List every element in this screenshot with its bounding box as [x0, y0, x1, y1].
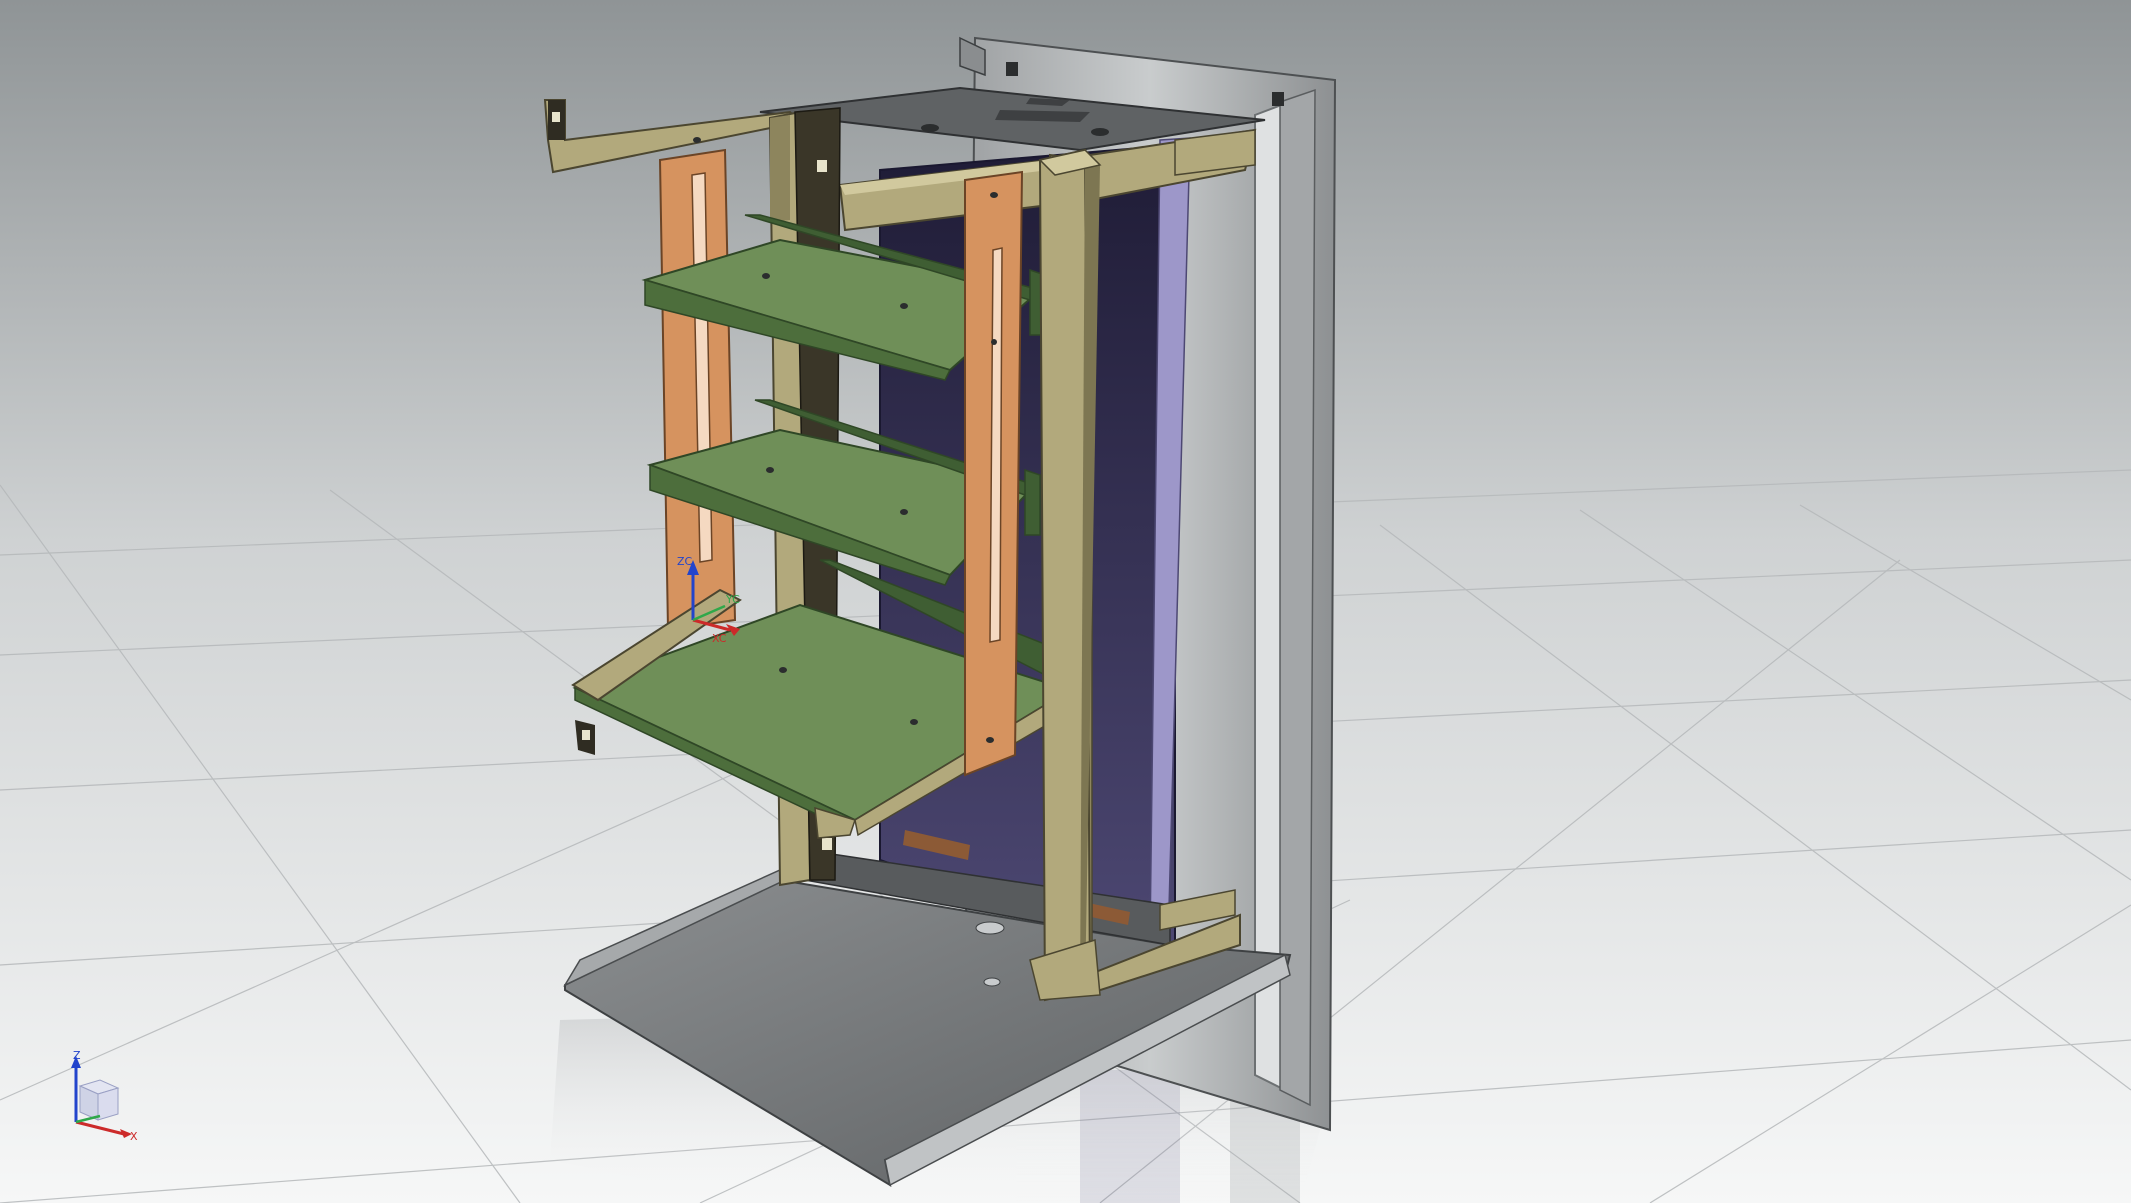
view-triad-x-axis — [75, 1120, 125, 1136]
part-triad-x-label: XC — [712, 632, 727, 645]
view-triad-x-label: X — [130, 1130, 138, 1140]
housing-bracket-hole — [1272, 92, 1284, 106]
rail-right[interactable] — [964, 170, 1024, 777]
view-cube-right — [97, 1087, 119, 1121]
3d-scene[interactable]: ZC XC YC — [0, 0, 2131, 1203]
part-triad-y-label: YC — [725, 593, 740, 606]
cad-graphics-viewport[interactable]: ZC XC YC Z X — [0, 0, 2131, 1203]
view-triad-z-label: Z — [73, 1050, 81, 1062]
housing-bracket-hole — [1006, 62, 1018, 76]
view-orientation-triad[interactable]: Z X — [52, 1049, 142, 1143]
part-triad-z-label: ZC — [677, 555, 693, 568]
rail-left[interactable] — [658, 148, 737, 632]
